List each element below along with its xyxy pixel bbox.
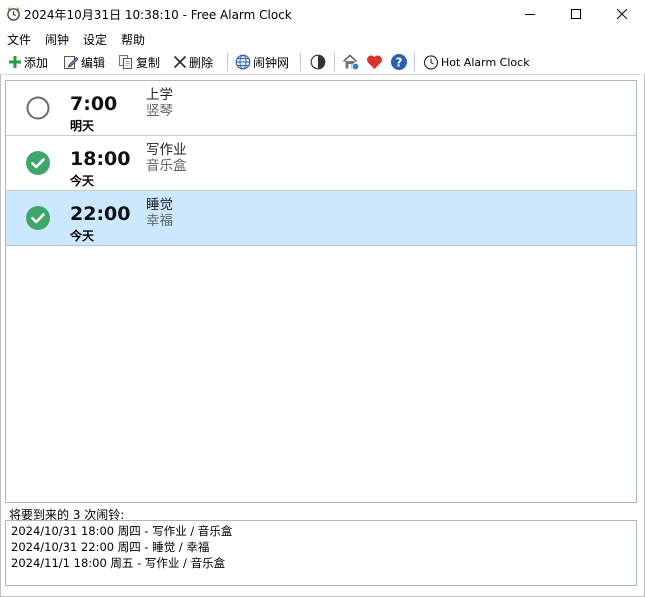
upcoming-alarms-list[interactable]: 2024/10/31 18:00 周四 - 写作业 / 音乐盒 2024/10/… (5, 520, 637, 586)
donate-button[interactable] (366, 52, 385, 72)
menu-alarm[interactable]: 闹钟 (45, 31, 69, 48)
clock-icon (423, 55, 439, 70)
toolbar-separator (300, 53, 301, 71)
alarm-row[interactable]: 18:00 今天 写作业 音乐盒 (6, 136, 636, 191)
toolbar-separator (334, 53, 335, 71)
upcoming-alarm-item: 2024/10/31 22:00 周四 - 睡觉 / 幸福 (11, 540, 210, 554)
maximize-icon (571, 9, 581, 19)
alarm-time: 7:00 (70, 93, 118, 115)
alarm-enabled-checkbox[interactable] (26, 206, 50, 230)
menu-help[interactable]: 帮助 (121, 31, 145, 48)
homepage-button[interactable] (342, 52, 362, 72)
help-icon: ? (391, 54, 407, 70)
hot-alarm-clock-label: Hot Alarm Clock (441, 55, 530, 69)
copy-icon (119, 55, 132, 69)
delete-icon (173, 55, 187, 69)
alarm-day: 今天 (70, 174, 95, 188)
heart-icon (366, 55, 383, 69)
alarm-day: 今天 (70, 229, 95, 243)
toolbar-separator (227, 53, 228, 71)
copy-label: 复制 (136, 55, 161, 70)
alarm-row[interactable]: 7:00 明天 上学 竖琴 (6, 81, 636, 136)
menu-settings[interactable]: 设定 (83, 31, 107, 48)
alarm-time: 18:00 (70, 148, 131, 170)
toolbar-separator (414, 53, 415, 71)
alarm-sound: 竖琴 (146, 103, 173, 119)
alarm-sound: 幸福 (146, 213, 173, 229)
upcoming-alarm-item: 2024/11/1 18:00 周五 - 写作业 / 音乐盒 (11, 556, 226, 570)
close-icon (617, 9, 627, 19)
help-button[interactable]: ? (390, 52, 410, 72)
plus-icon (9, 56, 21, 68)
add-label: 添加 (24, 55, 49, 70)
alarm-row-selected[interactable]: 22:00 今天 睡觉 幸福 (6, 191, 636, 246)
edit-icon (64, 56, 79, 69)
alarm-enabled-checkbox[interactable] (26, 151, 50, 175)
close-button[interactable] (599, 0, 645, 28)
alarm-day: 明天 (70, 119, 95, 133)
alarm-website-label: 闹钟网 (253, 55, 290, 70)
minimize-button[interactable] (507, 0, 553, 28)
hot-alarm-clock-button[interactable]: Hot Alarm Clock (423, 52, 530, 72)
toolbar-divider (4, 74, 640, 75)
copy-button[interactable]: 复制 (118, 52, 160, 72)
toolbar: 添加 编辑 复制 删除 闹钟网 ? Hot Alarm Clock (0, 50, 645, 74)
svg-text:?: ? (396, 55, 403, 69)
menu-bar: 文件 闹钟 设定 帮助 (0, 28, 645, 50)
window-title: 2024年10月31日 10:38:10 - Free Alarm Clock (24, 8, 292, 22)
edit-label: 编辑 (81, 55, 106, 70)
maximize-button[interactable] (553, 0, 599, 28)
alarm-clock-icon (7, 7, 20, 21)
delete-button[interactable]: 删除 (173, 52, 213, 72)
menu-file[interactable]: 文件 (7, 31, 31, 48)
contrast-icon (310, 54, 326, 70)
minimize-icon (525, 14, 535, 15)
globe-icon (235, 54, 251, 70)
edit-button[interactable]: 编辑 (63, 52, 105, 72)
alarm-time: 22:00 (70, 203, 131, 225)
alarm-sound: 音乐盒 (146, 158, 187, 174)
alarm-website-button[interactable]: 闹钟网 (235, 52, 289, 72)
alarm-disabled-checkbox[interactable] (26, 96, 50, 120)
theme-button[interactable] (310, 52, 328, 72)
add-button[interactable]: 添加 (8, 52, 48, 72)
alarm-list[interactable]: 7:00 明天 上学 竖琴 18:00 今天 写作业 音乐盒 22:00 今天 … (5, 80, 637, 503)
home-icon (343, 54, 360, 71)
title-bar[interactable]: 2024年10月31日 10:38:10 - Free Alarm Clock (0, 0, 645, 28)
upcoming-alarm-item: 2024/10/31 18:00 周四 - 写作业 / 音乐盒 (11, 524, 233, 538)
delete-label: 删除 (189, 55, 214, 70)
